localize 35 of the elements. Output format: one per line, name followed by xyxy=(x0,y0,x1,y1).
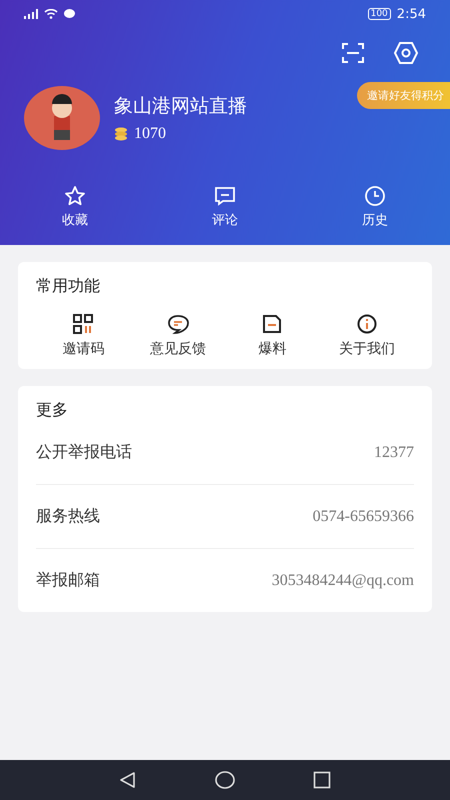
settings-icon[interactable] xyxy=(394,42,418,64)
section-title: 更多 xyxy=(36,400,69,421)
header-tab[interactable]: 收藏 xyxy=(0,184,150,230)
function-item[interactable]: 关于我们 xyxy=(320,313,414,359)
header-tab[interactable]: 评论 xyxy=(150,184,300,230)
comment-icon xyxy=(214,185,236,207)
signal-icon xyxy=(24,9,38,19)
function-item[interactable]: 意见反馈 xyxy=(130,313,225,359)
star-icon xyxy=(64,185,86,207)
recent-apps-icon[interactable] xyxy=(313,771,331,789)
home-icon[interactable] xyxy=(215,771,235,789)
back-icon[interactable] xyxy=(119,771,137,789)
function-item[interactable]: 爆料 xyxy=(225,313,320,359)
avatar[interactable] xyxy=(24,86,100,150)
row-label: 服务热线 xyxy=(36,506,100,527)
row-value: 3053484244@qq.com xyxy=(272,572,414,590)
row-label: 举报邮箱 xyxy=(36,570,100,591)
info-icon xyxy=(356,314,377,334)
function-item[interactable]: 邀请码 xyxy=(36,313,130,359)
points-count: 1070 xyxy=(134,125,166,143)
row-label: 公开举报电话 xyxy=(36,442,132,463)
section-title: 常用功能 xyxy=(36,276,101,297)
clock-icon xyxy=(364,185,386,207)
user-name: 象山港网站直播 xyxy=(114,94,248,119)
row-value: 12377 xyxy=(374,444,414,462)
qr-icon xyxy=(73,314,94,334)
row-value: 0574-65659366 xyxy=(312,508,414,526)
coins-icon xyxy=(114,127,128,141)
header-tab[interactable]: 历史 xyxy=(300,184,450,230)
clock-time: 2:54 xyxy=(396,6,426,22)
wifi-icon xyxy=(44,9,58,19)
speech-bubble-icon xyxy=(166,314,189,334)
battery-level: 100 xyxy=(368,8,391,20)
scan-icon[interactable] xyxy=(342,43,364,63)
note-icon xyxy=(262,314,282,334)
